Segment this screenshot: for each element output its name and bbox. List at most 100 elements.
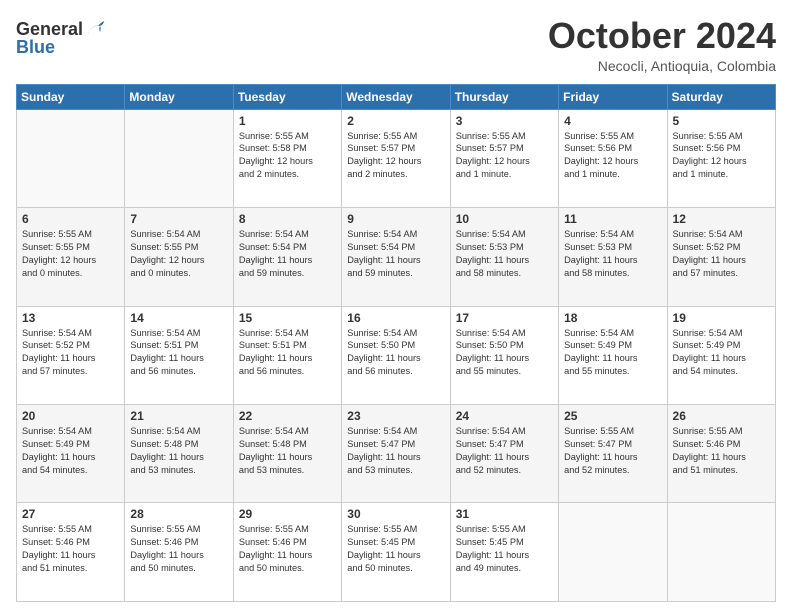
day-info: Sunrise: 5:54 AM Sunset: 5:54 PM Dayligh… <box>347 228 444 280</box>
calendar-cell: 31 Sunrise: 5:55 AM Sunset: 5:45 PM Dayli… <box>450 503 558 602</box>
day-info: Sunrise: 5:55 AM Sunset: 5:46 PM Dayligh… <box>239 523 336 575</box>
day-number: 22 <box>239 409 336 423</box>
calendar-cell: 2Sunrise: 5:55 AM Sunset: 5:57 PM Daylig… <box>342 109 450 207</box>
day-info: Sunrise: 5:55 AM Sunset: 5:46 PM Dayligh… <box>22 523 119 575</box>
day-number: 23 <box>347 409 444 423</box>
page: General Blue October 2024 Necocli, Antio… <box>0 0 792 612</box>
day-number: 7 <box>130 212 227 226</box>
calendar-week-2: 13Sunrise: 5:54 AM Sunset: 5:52 PM Dayli… <box>17 306 776 404</box>
day-info: Sunrise: 5:55 AM Sunset: 5:47 PM Dayligh… <box>564 425 661 477</box>
calendar-cell: 24Sunrise: 5:54 AM Sunset: 5:47 PM Dayli… <box>450 405 558 503</box>
calendar-cell: 20 Sunrise: 5:54 AM Sunset: 5:49 PM Dayli… <box>17 405 125 503</box>
day-info: Sunrise: 5:54 AM Sunset: 5:54 PM Dayligh… <box>239 228 336 280</box>
calendar-cell: 21 Sunrise: 5:54 AM Sunset: 5:48 PM Dayli… <box>125 405 233 503</box>
day-number: 6 <box>22 212 119 226</box>
day-info: Sunrise: 5:54 AM Sunset: 5:52 PM Dayligh… <box>22 327 119 379</box>
day-number: 25 <box>564 409 661 423</box>
calendar-cell: 13Sunrise: 5:54 AM Sunset: 5:52 PM Dayli… <box>17 306 125 404</box>
day-info: Sunrise: 5:54 AM Sunset: 5:53 PM Dayligh… <box>564 228 661 280</box>
calendar-cell: 30 Sunrise: 5:55 AM Sunset: 5:45 PM Dayli… <box>342 503 450 602</box>
calendar-cell: 17 Sunrise: 5:54 AM Sunset: 5:50 PM Dayli… <box>450 306 558 404</box>
calendar-cell <box>125 109 233 207</box>
subtitle: Necocli, Antioquia, Colombia <box>548 58 776 74</box>
day-number: 16 <box>347 311 444 325</box>
day-number: 14 <box>130 311 227 325</box>
calendar-cell <box>667 503 775 602</box>
day-number: 17 <box>456 311 553 325</box>
calendar-week-1: 6 Sunrise: 5:55 AM Sunset: 5:55 PM Daylig… <box>17 208 776 306</box>
day-info: Sunrise: 5:54 AM Sunset: 5:50 PM Dayligh… <box>347 327 444 379</box>
day-info: Sunrise: 5:55 AM Sunset: 5:58 PM Dayligh… <box>239 130 336 182</box>
calendar-cell: 23Sunrise: 5:54 AM Sunset: 5:47 PM Dayli… <box>342 405 450 503</box>
calendar-cell: 9 Sunrise: 5:54 AM Sunset: 5:54 PM Daylig… <box>342 208 450 306</box>
calendar-cell: 29 Sunrise: 5:55 AM Sunset: 5:46 PM Dayli… <box>233 503 341 602</box>
weekday-header-tuesday: Tuesday <box>233 84 341 109</box>
calendar-cell: 12 Sunrise: 5:54 AM Sunset: 5:52 PM Dayli… <box>667 208 775 306</box>
calendar-cell: 5Sunrise: 5:55 AM Sunset: 5:56 PM Daylig… <box>667 109 775 207</box>
calendar-cell: 15Sunrise: 5:54 AM Sunset: 5:51 PM Dayli… <box>233 306 341 404</box>
day-number: 18 <box>564 311 661 325</box>
day-number: 30 <box>347 507 444 521</box>
calendar-cell: 25 Sunrise: 5:55 AM Sunset: 5:47 PM Dayli… <box>559 405 667 503</box>
calendar-cell: 4 Sunrise: 5:55 AM Sunset: 5:56 PM Daylig… <box>559 109 667 207</box>
day-number: 19 <box>673 311 770 325</box>
weekday-header-wednesday: Wednesday <box>342 84 450 109</box>
logo-bird-icon <box>86 20 106 38</box>
day-number: 12 <box>673 212 770 226</box>
logo: General Blue <box>16 20 106 58</box>
weekday-header-thursday: Thursday <box>450 84 558 109</box>
weekday-header-row: SundayMondayTuesdayWednesdayThursdayFrid… <box>17 84 776 109</box>
day-info: Sunrise: 5:55 AM Sunset: 5:46 PM Dayligh… <box>673 425 770 477</box>
day-number: 31 <box>456 507 553 521</box>
day-info: Sunrise: 5:54 AM Sunset: 5:51 PM Dayligh… <box>130 327 227 379</box>
calendar-cell: 27Sunrise: 5:55 AM Sunset: 5:46 PM Dayli… <box>17 503 125 602</box>
day-info: Sunrise: 5:55 AM Sunset: 5:46 PM Dayligh… <box>130 523 227 575</box>
day-number: 29 <box>239 507 336 521</box>
day-info: Sunrise: 5:54 AM Sunset: 5:49 PM Dayligh… <box>22 425 119 477</box>
day-info: Sunrise: 5:55 AM Sunset: 5:57 PM Dayligh… <box>456 130 553 182</box>
day-number: 15 <box>239 311 336 325</box>
day-number: 28 <box>130 507 227 521</box>
day-number: 11 <box>564 212 661 226</box>
day-number: 20 <box>22 409 119 423</box>
day-number: 24 <box>456 409 553 423</box>
day-info: Sunrise: 5:55 AM Sunset: 5:45 PM Dayligh… <box>347 523 444 575</box>
day-info: Sunrise: 5:55 AM Sunset: 5:57 PM Dayligh… <box>347 130 444 182</box>
calendar-cell <box>559 503 667 602</box>
calendar-cell: 7 Sunrise: 5:54 AM Sunset: 5:55 PM Daylig… <box>125 208 233 306</box>
day-info: Sunrise: 5:54 AM Sunset: 5:48 PM Dayligh… <box>130 425 227 477</box>
calendar-cell: 18 Sunrise: 5:54 AM Sunset: 5:49 PM Dayli… <box>559 306 667 404</box>
day-info: Sunrise: 5:54 AM Sunset: 5:48 PM Dayligh… <box>239 425 336 477</box>
calendar-week-0: 1Sunrise: 5:55 AM Sunset: 5:58 PM Daylig… <box>17 109 776 207</box>
day-info: Sunrise: 5:54 AM Sunset: 5:49 PM Dayligh… <box>564 327 661 379</box>
calendar-cell: 19Sunrise: 5:54 AM Sunset: 5:49 PM Dayli… <box>667 306 775 404</box>
calendar-cell: 28 Sunrise: 5:55 AM Sunset: 5:46 PM Dayli… <box>125 503 233 602</box>
day-info: Sunrise: 5:55 AM Sunset: 5:56 PM Dayligh… <box>564 130 661 182</box>
weekday-header-friday: Friday <box>559 84 667 109</box>
day-info: Sunrise: 5:55 AM Sunset: 5:56 PM Dayligh… <box>673 130 770 182</box>
calendar-cell: 3 Sunrise: 5:55 AM Sunset: 5:57 PM Daylig… <box>450 109 558 207</box>
day-number: 4 <box>564 114 661 128</box>
weekday-header-sunday: Sunday <box>17 84 125 109</box>
day-info: Sunrise: 5:54 AM Sunset: 5:53 PM Dayligh… <box>456 228 553 280</box>
weekday-header-saturday: Saturday <box>667 84 775 109</box>
day-info: Sunrise: 5:54 AM Sunset: 5:52 PM Dayligh… <box>673 228 770 280</box>
day-number: 9 <box>347 212 444 226</box>
day-number: 8 <box>239 212 336 226</box>
day-info: Sunrise: 5:54 AM Sunset: 5:55 PM Dayligh… <box>130 228 227 280</box>
title-block: October 2024 Necocli, Antioquia, Colombi… <box>548 16 776 74</box>
day-info: Sunrise: 5:54 AM Sunset: 5:50 PM Dayligh… <box>456 327 553 379</box>
calendar-cell: 11 Sunrise: 5:54 AM Sunset: 5:53 PM Dayli… <box>559 208 667 306</box>
main-title: October 2024 <box>548 16 776 56</box>
calendar-cell: 10 Sunrise: 5:54 AM Sunset: 5:53 PM Dayli… <box>450 208 558 306</box>
calendar-cell: 8 Sunrise: 5:54 AM Sunset: 5:54 PM Daylig… <box>233 208 341 306</box>
day-number: 3 <box>456 114 553 128</box>
calendar-cell: 6 Sunrise: 5:55 AM Sunset: 5:55 PM Daylig… <box>17 208 125 306</box>
calendar-cell <box>17 109 125 207</box>
day-number: 21 <box>130 409 227 423</box>
calendar-week-3: 20 Sunrise: 5:54 AM Sunset: 5:49 PM Dayli… <box>17 405 776 503</box>
day-info: Sunrise: 5:55 AM Sunset: 5:45 PM Dayligh… <box>456 523 553 575</box>
day-number: 10 <box>456 212 553 226</box>
day-info: Sunrise: 5:55 AM Sunset: 5:55 PM Dayligh… <box>22 228 119 280</box>
logo-blue: Blue <box>16 38 106 58</box>
